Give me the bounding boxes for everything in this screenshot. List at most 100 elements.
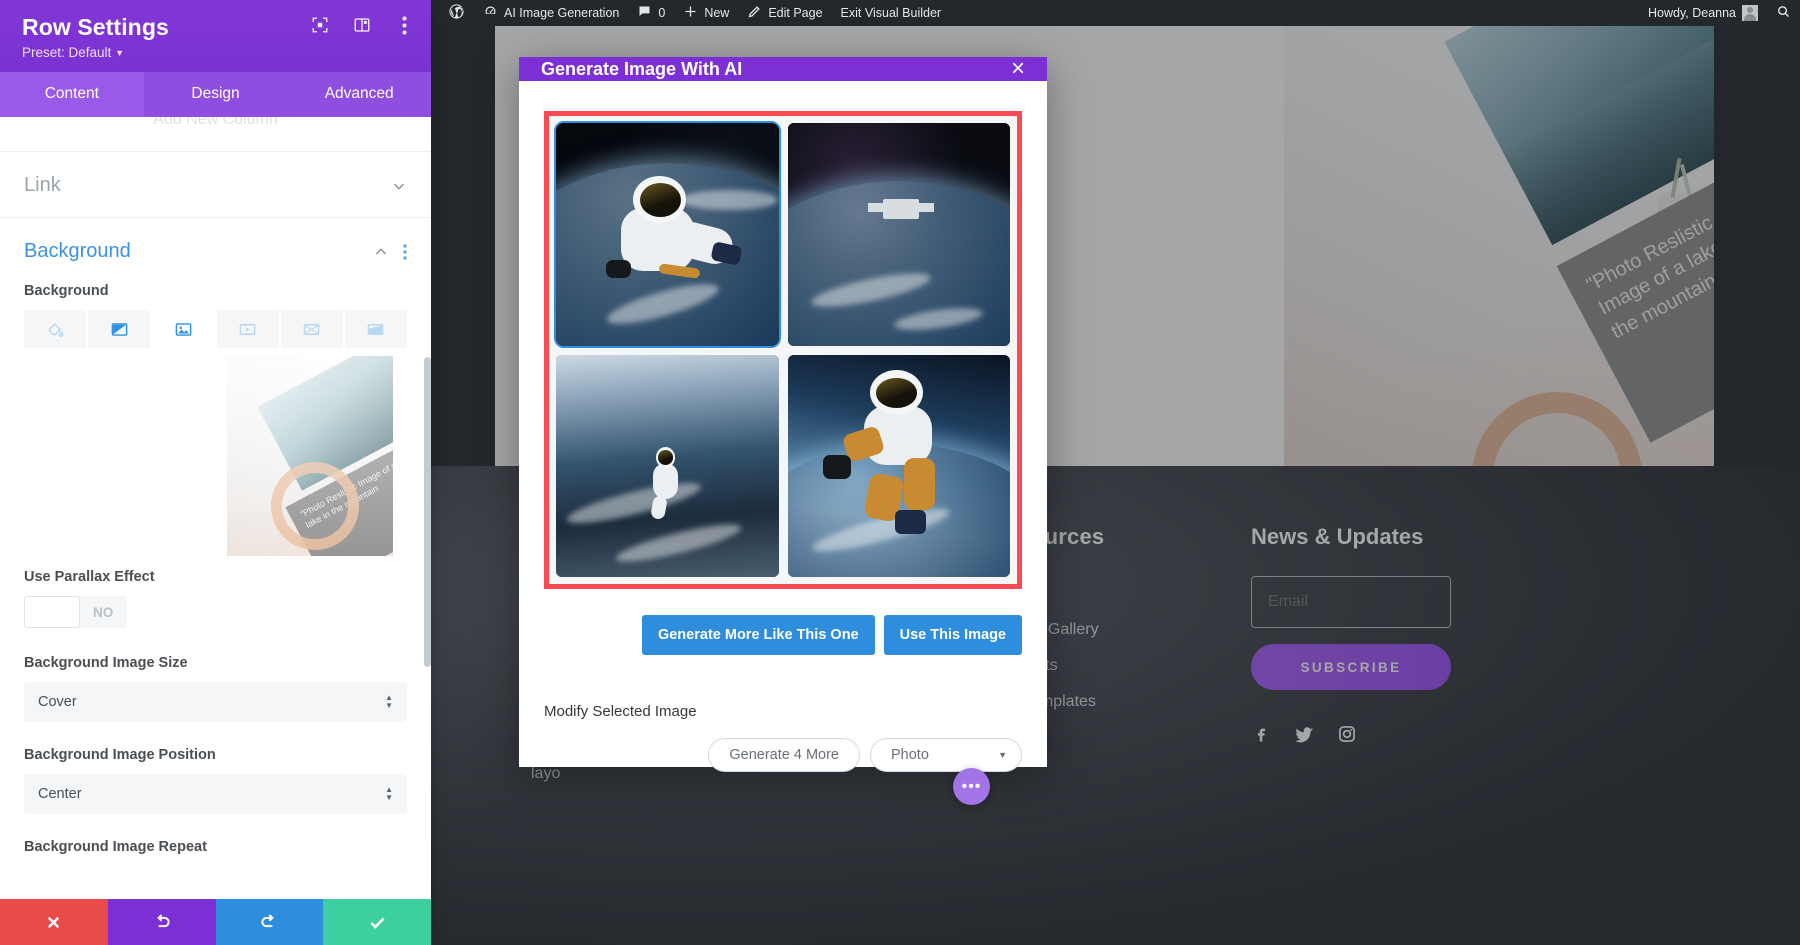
account-menu[interactable]: Howdy, Deanna — [1639, 0, 1767, 26]
image-size-select[interactable]: Cover ▲▼ — [24, 682, 407, 722]
plus-icon — [683, 4, 698, 22]
tab-design[interactable]: Design — [144, 72, 288, 117]
modal-title: Generate Image With AI — [541, 59, 742, 80]
pattern-icon[interactable] — [281, 310, 343, 348]
add-new-column-row[interactable]: Add New Column — [0, 117, 431, 151]
chevron-down-icon: ▼ — [998, 750, 1007, 760]
site-name-menu[interactable]: AI Image Generation — [474, 0, 628, 26]
x-icon — [44, 913, 63, 932]
search-icon — [1776, 4, 1791, 22]
focus-target-icon[interactable] — [309, 14, 331, 36]
comment-bubble-icon — [637, 4, 652, 22]
image-size-value: Cover — [38, 694, 77, 710]
background-field-label: Background — [24, 283, 407, 299]
chevron-up-icon — [373, 244, 389, 260]
layout-columns-icon[interactable] — [351, 14, 373, 36]
section-background-label: Background — [24, 240, 131, 263]
kebab-menu-icon[interactable] — [403, 244, 407, 260]
redo-button[interactable] — [216, 899, 324, 945]
stepper-icon: ▲▼ — [385, 787, 393, 801]
save-button[interactable] — [323, 899, 431, 945]
parallax-toggle-row: NO — [24, 596, 407, 628]
image-option-satellite-over-earth[interactable] — [788, 123, 1011, 346]
comments-menu[interactable]: 0 — [628, 0, 674, 26]
comments-count: 0 — [658, 6, 665, 20]
parallax-toggle[interactable] — [24, 596, 80, 628]
image-icon[interactable] — [152, 310, 214, 348]
stepper-icon: ▲▼ — [385, 695, 393, 709]
edit-page-link[interactable]: Edit Page — [738, 0, 831, 26]
style-select[interactable]: Photo ▼ — [870, 738, 1022, 772]
panel-header: Row Settings Preset: Default ▼ — [0, 0, 431, 72]
background-preview-thumbnail: "Photo Reslistic Image of a lake in the … — [227, 356, 393, 556]
tab-content[interactable]: Content — [0, 72, 144, 117]
add-new-column-label: Add New Column — [153, 117, 278, 129]
parallax-toggle-value: NO — [93, 605, 113, 620]
modal-header: Generate Image With AI × — [519, 57, 1047, 81]
parallax-label: Use Parallax Effect — [24, 569, 407, 585]
image-option-astronaut-orange-suit[interactable] — [788, 355, 1011, 578]
dashboard-icon — [483, 4, 498, 22]
exit-builder-label: Exit Visual Builder — [841, 6, 942, 20]
background-image-preview[interactable]: "Photo Reslistic Image of a lake in the … — [24, 356, 407, 561]
undo-icon — [152, 912, 172, 932]
panel-preset[interactable]: Preset: Default ▼ — [22, 45, 409, 60]
panel-body: Add New Column Link Background Backgroun… — [0, 117, 431, 899]
close-icon[interactable]: × — [1011, 57, 1025, 81]
howdy-label: Howdy, Deanna — [1648, 6, 1736, 20]
exit-visual-builder-link[interactable]: Exit Visual Builder — [832, 0, 951, 26]
tab-advanced[interactable]: Advanced — [287, 72, 431, 117]
chevron-down-icon: ▼ — [115, 48, 124, 58]
wp-admin-bar: AI Image Generation 0 New Edit Page Exit… — [431, 0, 1800, 26]
panel-header-icons — [309, 14, 415, 36]
generate-4-more-button[interactable]: Generate 4 More — [708, 738, 860, 772]
search-button[interactable] — [1767, 0, 1800, 26]
image-position-select[interactable]: Center ▲▼ — [24, 774, 407, 814]
discard-button[interactable] — [0, 899, 108, 945]
row-settings-panel: Row Settings Preset: Default ▼ — [0, 0, 431, 945]
image-results-highlight-frame — [544, 111, 1022, 589]
background-field: Background — [0, 283, 431, 855]
section-link-tools — [391, 178, 407, 194]
section-link-label: Link — [24, 174, 61, 197]
gradient-icon[interactable] — [88, 310, 150, 348]
panel-scrollbar[interactable] — [424, 357, 431, 667]
undo-button[interactable] — [108, 899, 216, 945]
wordpress-icon — [448, 3, 465, 23]
parallax-toggle-wrap[interactable]: NO — [24, 596, 127, 628]
video-icon[interactable] — [217, 310, 279, 348]
site-name-label: AI Image Generation — [504, 6, 619, 20]
generate-image-modal: Generate Image With AI × — [519, 57, 1047, 767]
pencil-icon — [747, 4, 762, 22]
section-link[interactable]: Link — [0, 152, 431, 217]
modal-body — [519, 81, 1047, 589]
wordpress-logo-menu[interactable] — [439, 0, 474, 26]
generate-more-like-this-button[interactable]: Generate More Like This One — [642, 615, 875, 655]
color-fill-icon[interactable] — [24, 310, 86, 348]
image-results-grid — [556, 123, 1010, 577]
image-option-astronaut-floating-closeup[interactable] — [556, 123, 779, 346]
image-option-astronaut-distant-spacewalk[interactable] — [556, 355, 779, 578]
image-position-value: Center — [38, 786, 82, 802]
screen-root: AI Image Generation 0 New Edit Page Exit… — [0, 0, 1800, 945]
image-repeat-label: Background Image Repeat — [24, 839, 407, 855]
mask-icon[interactable] — [345, 310, 407, 348]
new-label: New — [704, 6, 729, 20]
check-icon — [367, 912, 388, 933]
section-background-tools — [373, 244, 407, 260]
kebab-menu-icon[interactable] — [393, 14, 415, 36]
background-type-selector — [24, 310, 407, 348]
preview-wash — [227, 356, 393, 556]
panel-tabs: Content Design Advanced — [0, 72, 431, 117]
modify-selected-image-label: Modify Selected Image — [519, 681, 1047, 720]
section-background[interactable]: Background — [0, 218, 431, 283]
avatar — [1742, 5, 1758, 21]
image-position-label: Background Image Position — [24, 747, 407, 763]
page-settings-fab[interactable]: ••• — [953, 768, 990, 805]
new-menu[interactable]: New — [674, 0, 738, 26]
panel-footer — [0, 899, 431, 945]
chevron-down-icon — [391, 178, 407, 194]
modal-primary-actions: Generate More Like This One Use This Ima… — [519, 589, 1047, 655]
use-this-image-button[interactable]: Use This Image — [884, 615, 1022, 655]
panel-preset-label: Preset: Default — [22, 45, 111, 60]
